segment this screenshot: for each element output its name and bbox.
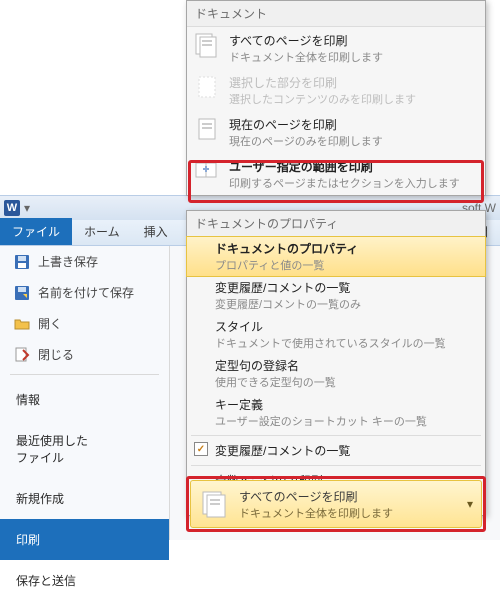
pages-all-icon <box>193 31 221 59</box>
picker-sub: ドキュメント全体を印刷します <box>239 505 393 521</box>
qat-down-icon[interactable]: ▾ <box>24 201 34 215</box>
sidebar-item-label: 開く <box>38 315 62 332</box>
menu-item-title: すべてのページを印刷 <box>229 32 479 49</box>
save-icon <box>14 254 30 270</box>
sidebar-item-saveas[interactable]: 名前を付けて保存 <box>0 277 169 308</box>
sidebar-item-recent[interactable]: 最近使用した ファイル <box>0 420 169 478</box>
tab-insert[interactable]: 挿入 <box>132 218 180 245</box>
menu-item-sub: ユーザー設定のショートカット キーの一覧 <box>215 413 457 429</box>
menu-item-title: 定型句の登録名 <box>215 357 457 374</box>
menu-item-print-range[interactable]: ユーザー指定の範囲を印刷印刷するページまたはセクションを入力します <box>187 153 485 195</box>
menu-item-track-list[interactable]: 変更履歴/コメントの一覧 変更履歴/コメントの一覧のみ <box>187 276 485 315</box>
menu-item-track-check[interactable]: ✓ 変更履歴/コメントの一覧 <box>187 439 485 462</box>
page-range-icon <box>193 157 221 185</box>
sidebar-item-close[interactable]: 閉じる <box>0 339 169 370</box>
sidebar-item-info[interactable]: 情報 <box>0 379 169 420</box>
backstage-sidebar: 上書き保存 名前を付けて保存 開く 閉じる 情報 最近使用した ファイル 新規作… <box>0 246 170 540</box>
picker-title: すべてのページを印刷 <box>239 488 393 505</box>
sidebar-separator <box>10 374 159 375</box>
menu-item-sub: ドキュメントで使用されているスタイルの一覧 <box>215 335 457 351</box>
sidebar-item-save[interactable]: 上書き保存 <box>0 246 169 277</box>
menu-separator <box>191 435 481 436</box>
menu-item-sub: ドキュメント全体を印刷します <box>229 49 479 65</box>
menu-item-sub: 現在のページのみを印刷します <box>229 133 479 149</box>
chevron-down-icon[interactable]: ▾ <box>467 497 473 511</box>
menu-item-key-defs[interactable]: キー定義 ユーザー設定のショートカット キーの一覧 <box>187 393 485 432</box>
print-what-menu: ドキュメント すべてのページを印刷ドキュメント全体を印刷します 選択した部分を印… <box>186 0 486 196</box>
app-icon: W <box>4 200 20 216</box>
menu-item-title: スタイル <box>215 318 457 335</box>
open-icon <box>14 316 30 332</box>
sidebar-item-label: 名前を付けて保存 <box>38 284 134 301</box>
sidebar-item-send[interactable]: 保存と送信 <box>0 560 169 601</box>
print-what-picker[interactable]: すべてのページを印刷 ドキュメント全体を印刷します ▾ <box>190 480 482 528</box>
menu-item-title: キー定義 <box>215 396 457 413</box>
menu-item-sub: 変更履歴/コメントの一覧のみ <box>215 296 457 312</box>
saveas-icon <box>14 285 30 301</box>
menu-item-styles[interactable]: スタイル ドキュメントで使用されているスタイルの一覧 <box>187 315 485 354</box>
menu-header: ドキュメント <box>187 1 485 27</box>
tab-file[interactable]: ファイル <box>0 218 72 245</box>
close-icon <box>14 347 30 363</box>
menu-item-sub: 印刷するページまたはセクションを入力します <box>229 175 479 191</box>
sidebar-item-label: 上書き保存 <box>38 253 98 270</box>
checkbox-checked-icon[interactable]: ✓ <box>194 442 208 456</box>
doc-properties-menu: ドキュメントのプロパティ ドキュメントのプロパティ プロパティと値の一覧 変更履… <box>186 210 486 516</box>
menu-item-title: ドキュメントのプロパティ <box>215 240 457 257</box>
menu-item-title: 現在のページを印刷 <box>229 116 479 133</box>
tab-home[interactable]: ホーム <box>72 218 132 245</box>
menu-item-title: 変更履歴/コメントの一覧 <box>215 279 457 296</box>
pages-selection-icon <box>193 73 221 101</box>
menu-item-title: 選択した部分を印刷 <box>229 74 479 91</box>
page-current-icon <box>193 115 221 143</box>
sidebar-item-open[interactable]: 開く <box>0 308 169 339</box>
menu-item-autotext[interactable]: 定型句の登録名 使用できる定型句の一覧 <box>187 354 485 393</box>
menu-item-sub: プロパティと値の一覧 <box>215 257 457 273</box>
menu-header: ドキュメントのプロパティ <box>187 211 485 237</box>
sidebar-item-label: 閉じる <box>38 346 74 363</box>
menu-separator <box>191 465 481 466</box>
menu-item-sub: 選択したコンテンツのみを印刷します <box>229 91 479 107</box>
menu-item-print-all[interactable]: すべてのページを印刷ドキュメント全体を印刷します <box>187 27 485 69</box>
sidebar-item-new[interactable]: 新規作成 <box>0 478 169 519</box>
pages-all-icon <box>199 488 231 520</box>
menu-item-title: 変更履歴/コメントの一覧 <box>215 442 457 459</box>
menu-item-print-current[interactable]: 現在のページを印刷現在のページのみを印刷します <box>187 111 485 153</box>
menu-item-print-selection: 選択した部分を印刷選択したコンテンツのみを印刷します <box>187 69 485 111</box>
menu-item-doc-properties[interactable]: ドキュメントのプロパティ プロパティと値の一覧 <box>186 236 486 277</box>
menu-item-title: ユーザー指定の範囲を印刷 <box>229 158 479 175</box>
menu-item-sub: 使用できる定型句の一覧 <box>215 374 457 390</box>
